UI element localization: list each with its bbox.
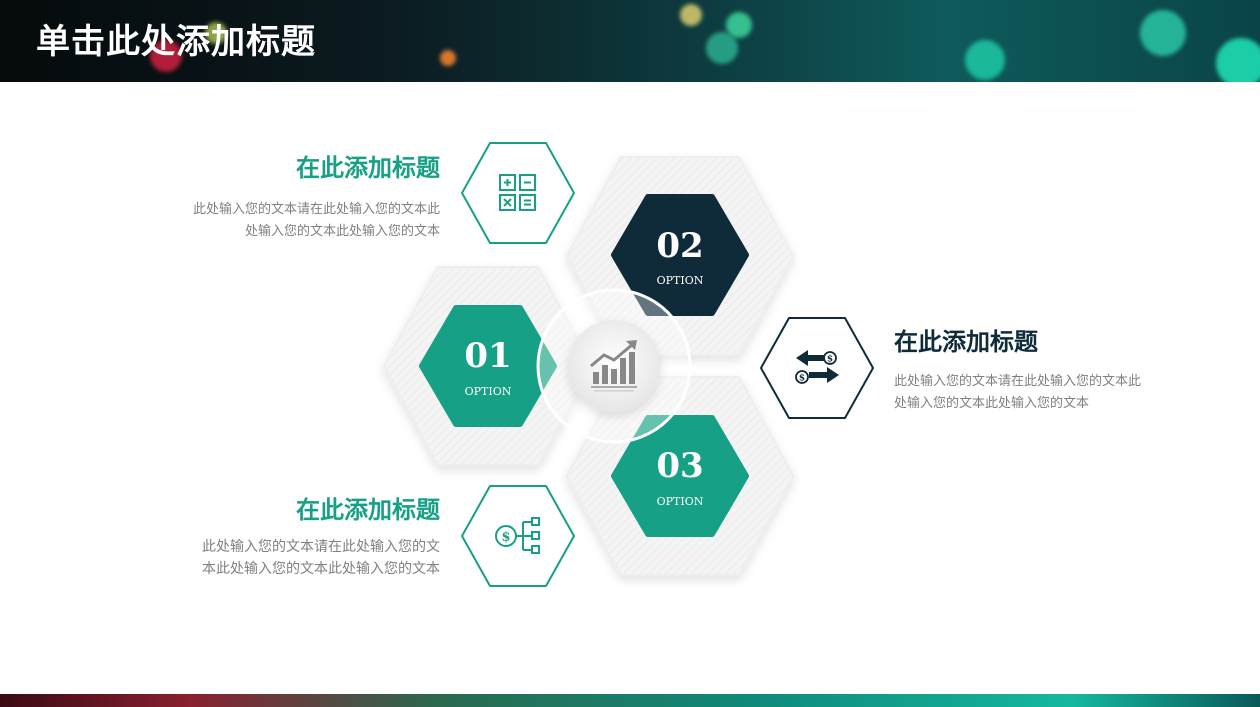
icon-hex-calculator[interactable] [461, 142, 575, 244]
item-1-desc-line-1: 此处输入您的文本请在此处输入您的文本此 [192, 202, 440, 217]
item-1-desc-line-2: 处输入您的文本此处输入您的文本 [244, 224, 440, 239]
hex-03-number: 03 [656, 446, 703, 486]
svg-text:$: $ [799, 374, 805, 384]
item-3-desc-line-1: 此处输入您的文本请在此处输入您的文 [202, 539, 440, 555]
item-3-desc-line-2: 本此处输入您的文本此处输入您的文本 [202, 561, 440, 577]
item-3-title[interactable]: 在此添加标题 [296, 495, 440, 525]
hex-diagram: 01 OPTION 02 OPTION 03 OPTION $ $ $ [383, 142, 874, 587]
svg-text:$: $ [827, 355, 833, 365]
footer-banner [0, 694, 1260, 707]
hex-03-label: OPTION [657, 495, 704, 508]
item-1-description[interactable]: 此处输入您的文本请在此处输入您的文本此 处输入您的文本此处输入您的文本 [193, 199, 440, 243]
hex-02-number: 02 [656, 226, 703, 266]
item-3-description[interactable]: 此处输入您的文本请在此处输入您的文 本此处输入您的文本此处输入您的文本 [202, 536, 440, 580]
svg-text:$: $ [501, 530, 510, 545]
hex-02-label: OPTION [657, 274, 704, 287]
hex-01-label: OPTION [465, 385, 512, 398]
item-2-desc-line-1: 此处输入您的文本请在此处输入您的文本此 [894, 374, 1142, 389]
icon-hex-exchange[interactable] [760, 317, 874, 419]
item-2-desc-line-2: 处输入您的文本此处输入您的文本 [894, 396, 1090, 411]
item-1-title[interactable]: 在此添加标题 [296, 153, 440, 183]
item-2-description[interactable]: 此处输入您的文本请在此处输入您的文本此 处输入您的文本此处输入您的文本 [894, 371, 1141, 415]
center-circle [536, 288, 692, 444]
hex-01-number: 01 [464, 336, 511, 376]
item-2-title[interactable]: 在此添加标题 [894, 327, 1038, 357]
